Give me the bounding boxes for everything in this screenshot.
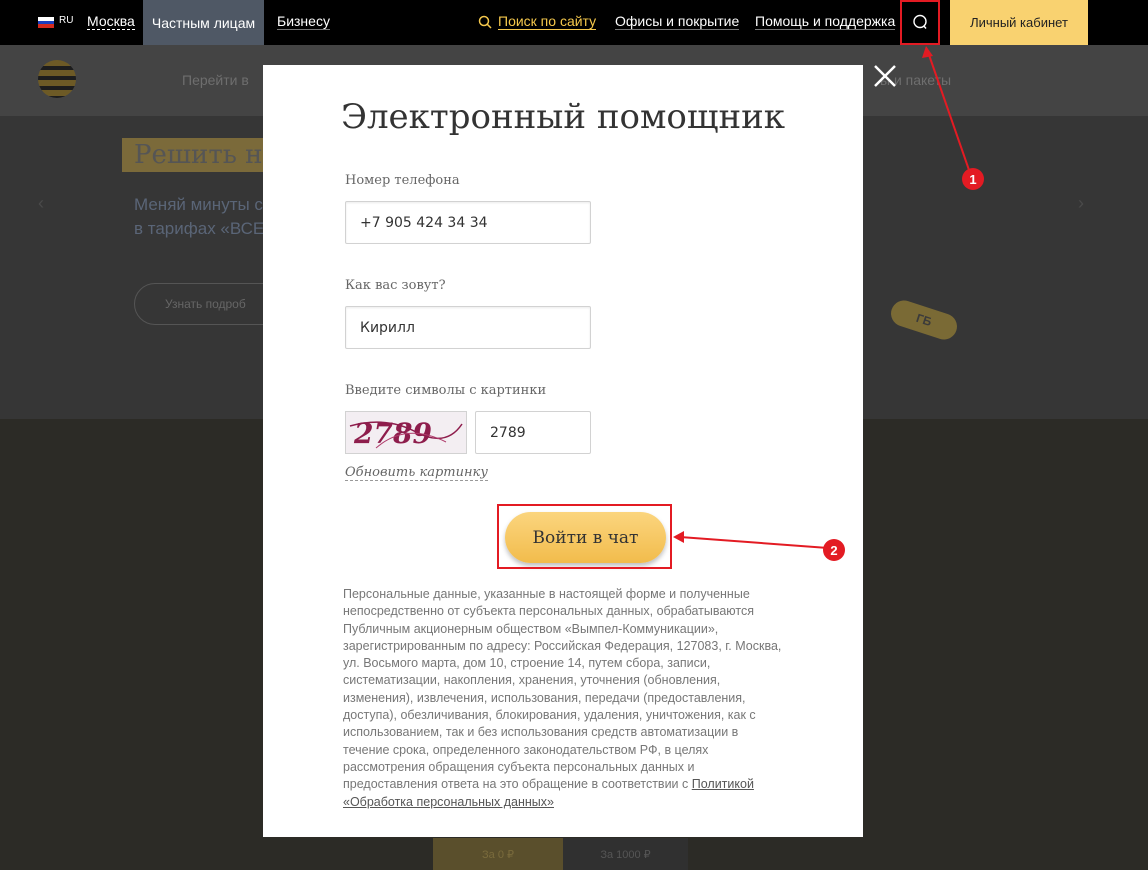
- annotation-badge-1: 1: [962, 168, 984, 190]
- hero-subtitle-line-1: Меняй минуты с: [134, 195, 263, 214]
- search-icon: [478, 15, 492, 29]
- close-icon[interactable]: [872, 63, 898, 89]
- help-support-link[interactable]: Помощь и поддержка: [755, 13, 896, 30]
- phone-input[interactable]: +7 905 424 34 34: [345, 201, 591, 244]
- carousel-prev-icon[interactable]: ‹: [38, 193, 44, 214]
- language-selector[interactable]: RU: [59, 15, 73, 26]
- hero-subtitle-line-2: в тарифах «ВСЕ: [134, 219, 265, 238]
- captcha-image: 2789: [345, 411, 467, 454]
- subnav-item-goto[interactable]: Перейти в: [182, 72, 249, 88]
- assistant-modal: Электронный помощник Номер телефона +7 9…: [263, 65, 863, 837]
- beeline-logo[interactable]: [38, 60, 76, 98]
- annotation-highlight-2: [497, 504, 672, 569]
- price-chip-1000[interactable]: За 1000 ₽: [563, 838, 688, 870]
- name-label: Как вас зовут?: [345, 278, 446, 293]
- annotation-badge-2: 2: [823, 539, 845, 561]
- top-navigation: RU Москва Частным лицам Бизнесу Поиск по…: [0, 0, 1148, 45]
- tab-private-clients[interactable]: Частным лицам: [143, 0, 264, 45]
- personal-account-button[interactable]: Личный кабинет: [950, 0, 1088, 45]
- offices-coverage-link[interactable]: Офисы и покрытие: [615, 13, 740, 30]
- hero-subtitle: Меняй минуты с в тарифах «ВСЕ: [134, 193, 264, 241]
- captcha-label: Введите символы с картинки: [345, 383, 547, 398]
- privacy-notice: Персональные данные, указанные в настоящ…: [343, 586, 783, 811]
- captcha-input[interactable]: 2789: [475, 411, 591, 454]
- city-selector[interactable]: Москва: [87, 13, 135, 30]
- privacy-notice-text: Персональные данные, указанные в настоящ…: [343, 587, 782, 792]
- site-search-label: Поиск по сайту: [498, 13, 597, 30]
- modal-title: Электронный помощник: [340, 97, 786, 137]
- russia-flag-icon[interactable]: [38, 17, 54, 28]
- refresh-captcha-link[interactable]: Обновить картинку: [345, 465, 488, 481]
- name-input[interactable]: Кирилл: [345, 306, 591, 349]
- price-chip-free[interactable]: За 0 ₽: [433, 838, 563, 870]
- hero-title: Решить н: [122, 138, 275, 172]
- site-search-link[interactable]: Поиск по сайту: [478, 13, 597, 30]
- annotation-highlight-1: [900, 0, 940, 45]
- tab-business[interactable]: Бизнесу: [277, 13, 330, 30]
- phone-label: Номер телефона: [345, 173, 460, 188]
- carousel-next-icon[interactable]: ›: [1078, 193, 1084, 214]
